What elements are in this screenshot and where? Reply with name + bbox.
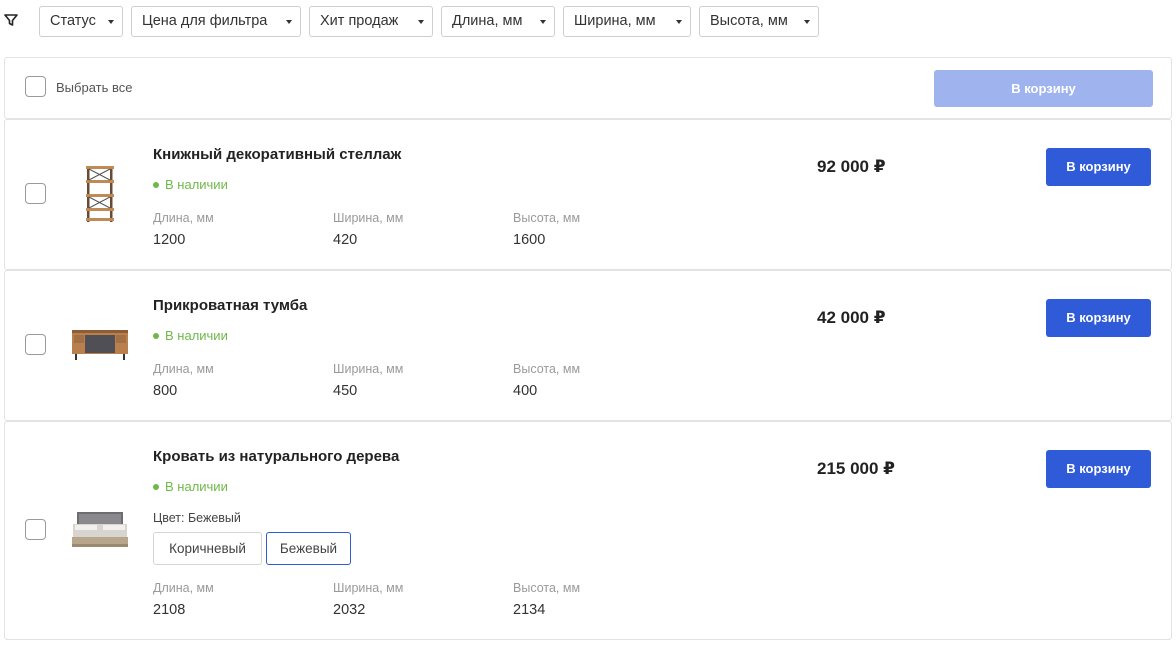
chevron-down-icon [286, 20, 292, 24]
spec-label-width: Ширина, мм [333, 211, 404, 225]
spec-value-height: 400 [513, 383, 538, 399]
select-all-label: Выбрать все [56, 80, 133, 95]
filter-icon[interactable] [4, 13, 18, 27]
add-to-cart-button[interactable]: В корзину [1046, 148, 1151, 186]
spec-value-length: 800 [153, 383, 178, 399]
stock-status-label: В наличии [165, 328, 228, 343]
stock-status: В наличии [153, 328, 228, 343]
spec-value-height: 1600 [513, 232, 546, 248]
chevron-down-icon [108, 20, 114, 24]
chevron-down-icon [418, 20, 424, 24]
spec-value-length: 1200 [153, 232, 186, 248]
filter-bestseller[interactable]: Хит продаж [309, 6, 433, 37]
spec-label-height: Высота, мм [513, 211, 581, 225]
stock-status: В наличии [153, 177, 228, 192]
spec-label-length: Длина, мм [153, 362, 214, 376]
add-selected-to-cart-button[interactable]: В корзину [934, 70, 1153, 107]
stock-status-label: В наличии [165, 479, 228, 494]
filter-width[interactable]: Ширина, мм [563, 6, 691, 37]
product-row: Прикроватная тумба В наличии Длина, мм Ш… [4, 270, 1172, 421]
filter-price[interactable]: Цена для фильтра [131, 6, 301, 37]
spec-value-width: 450 [333, 383, 358, 399]
spec-label-width: Ширина, мм [333, 581, 404, 595]
add-to-cart-button[interactable]: В корзину [1046, 299, 1151, 337]
filter-bar: Статус Цена для фильтра Хит продаж Длина… [0, 6, 1176, 37]
filter-length[interactable]: Длина, мм [441, 6, 555, 37]
stock-status: В наличии [153, 479, 228, 494]
product-row: Книжный декоративный стеллаж В наличии Д… [4, 119, 1172, 270]
bed-image [72, 512, 128, 547]
color-option-beige[interactable]: Бежевый [266, 532, 351, 565]
spec-label-height: Высота, мм [513, 362, 581, 376]
product-checkbox[interactable] [25, 334, 46, 355]
product-name[interactable]: Книжный декоративный стеллаж [153, 146, 401, 163]
product-checkbox[interactable] [25, 183, 46, 204]
color-option-brown[interactable]: Коричневый [153, 532, 262, 565]
spec-value-width: 2032 [333, 602, 366, 618]
product-name[interactable]: Кровать из натурального дерева [153, 448, 399, 465]
filter-status-label: Статус [50, 13, 96, 29]
filter-height-label: Высота, мм [710, 13, 788, 29]
chevron-down-icon [676, 20, 682, 24]
product-checkbox[interactable] [25, 519, 46, 540]
product-name[interactable]: Прикроватная тумба [153, 297, 307, 314]
spec-value-height: 2134 [513, 602, 546, 618]
filter-bestseller-label: Хит продаж [320, 13, 399, 29]
filter-width-label: Ширина, мм [574, 13, 656, 29]
select-all-checkbox[interactable] [25, 76, 46, 97]
chevron-down-icon [540, 20, 546, 24]
product-price: 92 000 ₽ [817, 157, 886, 176]
add-to-cart-button[interactable]: В корзину [1046, 450, 1151, 488]
filter-height[interactable]: Высота, мм [699, 6, 819, 37]
product-price: 215 000 ₽ [817, 459, 896, 478]
product-row: Кровать из натурального дерева В наличии… [4, 421, 1172, 640]
spec-label-length: Длина, мм [153, 211, 214, 225]
select-all-bar: Выбрать все В корзину [4, 57, 1172, 119]
product-price: 42 000 ₽ [817, 308, 886, 327]
spec-value-width: 420 [333, 232, 358, 248]
status-dot-icon [153, 181, 159, 188]
spec-label-width: Ширина, мм [333, 362, 404, 376]
spec-label-length: Длина, мм [153, 581, 214, 595]
filter-length-label: Длина, мм [452, 13, 523, 29]
bookshelf-image [86, 166, 114, 222]
status-dot-icon [153, 332, 159, 339]
status-dot-icon [153, 483, 159, 490]
nightstand-image [72, 330, 128, 360]
filter-status[interactable]: Статус [39, 6, 123, 37]
color-label: Цвет: Бежевый [153, 511, 241, 525]
chevron-down-icon [804, 20, 810, 24]
filter-price-label: Цена для фильтра [142, 13, 268, 29]
spec-value-length: 2108 [153, 602, 186, 618]
spec-label-height: Высота, мм [513, 581, 581, 595]
stock-status-label: В наличии [165, 177, 228, 192]
